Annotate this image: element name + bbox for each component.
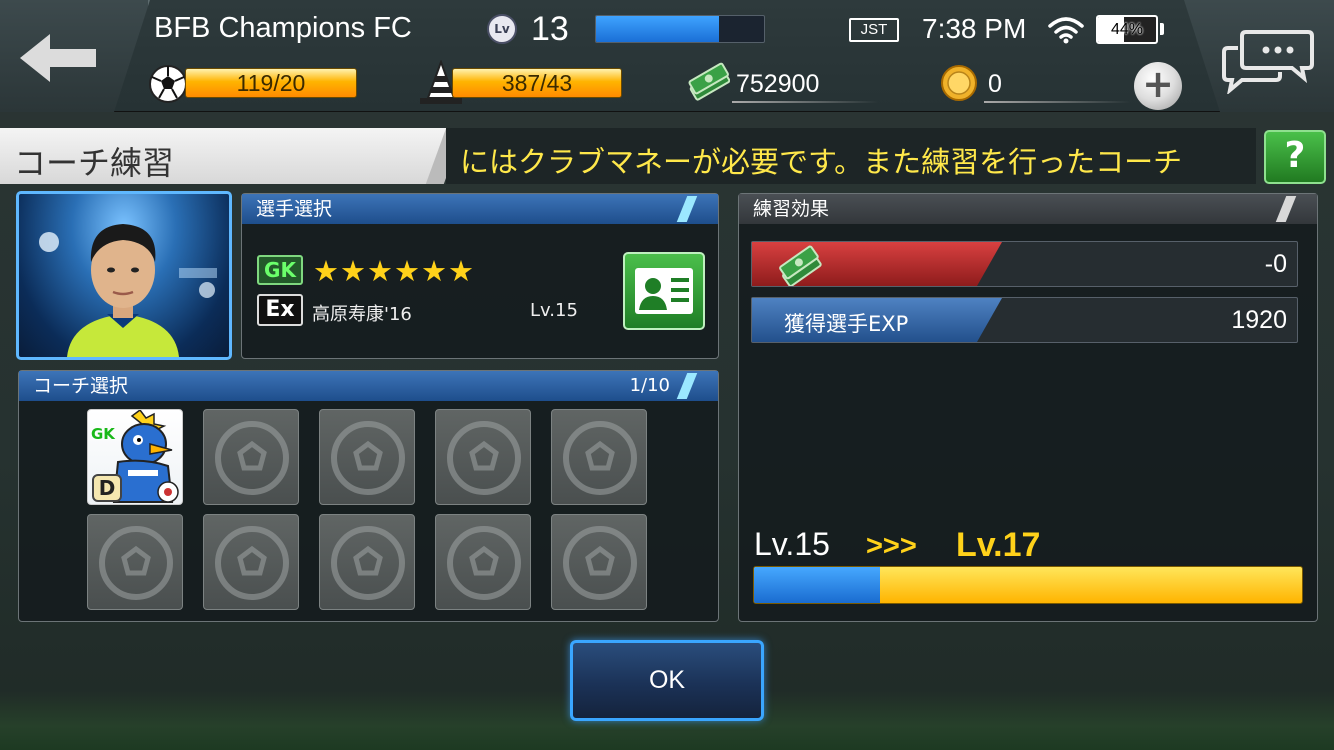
clock: 7:38 PM	[922, 13, 1027, 44]
empty-slot-ball-icon	[447, 526, 521, 600]
wifi-icon	[1048, 17, 1084, 44]
back-arrow-icon	[20, 34, 96, 82]
page-title-strip: コーチ練習	[0, 128, 462, 184]
soccer-ball-icon	[149, 65, 187, 103]
player-position-badge: GK	[257, 255, 303, 285]
coach-slot-empty[interactable]	[551, 514, 647, 610]
chat-icon	[1222, 30, 1314, 94]
level-before: Lv.15	[754, 526, 830, 562]
coach-slot-empty[interactable]	[435, 514, 531, 610]
exp-progress-current	[754, 567, 881, 603]
team-name: BFB Champions FC	[154, 12, 412, 44]
coach-select-title: コーチ選択	[33, 375, 129, 397]
level-after: Lv.17	[956, 526, 1041, 564]
add-coins-button[interactable]: +	[1134, 62, 1182, 110]
money-cost-value: -0	[1264, 250, 1287, 278]
coach-rank-badge: D	[92, 474, 122, 502]
header-stripe	[676, 196, 698, 222]
exp-progress-bar	[753, 566, 1303, 604]
empty-slot-ball-icon	[215, 526, 289, 600]
player-card-button[interactable]	[623, 252, 705, 330]
empty-slot-ball-icon	[331, 421, 405, 495]
club-level-progress-bar	[595, 15, 765, 43]
info-ticker: にはクラブマネーが必要です。また練習を行ったコーチ	[446, 128, 1256, 184]
coins-underline	[984, 101, 1130, 103]
player-select-title: 選手選択	[256, 198, 333, 220]
chat-button[interactable]	[1184, 0, 1334, 112]
player-portrait[interactable]	[16, 191, 232, 360]
player-level: Lv.15	[530, 300, 578, 321]
empty-slot-ball-icon	[331, 526, 405, 600]
coach-select-header: コーチ選択 1/10	[19, 371, 718, 401]
empty-slot-ball-icon	[447, 421, 521, 495]
player-name: 高原寿康'16	[312, 304, 412, 325]
empty-slot-ball-icon	[99, 526, 173, 600]
money-underline	[732, 101, 878, 103]
cones-resource-bar: 387/43	[452, 68, 622, 98]
ok-button[interactable]: OK	[570, 640, 764, 721]
club-level-progress-fill	[596, 16, 719, 42]
top-status-bar: BFB Champions FC Lv 13 JST 7:38 PM 44% 1…	[0, 0, 1334, 112]
exp-gain-label-bg: 獲得選手EXP	[752, 298, 1002, 342]
coach-slot-selected[interactable]: GK D	[87, 409, 183, 505]
empty-slot-ball-icon	[563, 421, 637, 495]
player-avatar-image	[39, 224, 217, 357]
money-cost-icon	[779, 245, 822, 286]
money-cost-label	[752, 242, 1002, 286]
player-profile-icon	[635, 268, 693, 314]
battery-icon: 44%	[1096, 15, 1158, 44]
training-effect-title: 練習効果	[753, 198, 830, 220]
training-effect-header: 練習効果	[739, 194, 1317, 224]
coach-slot-empty[interactable]	[319, 409, 415, 505]
timezone-badge: JST	[849, 18, 899, 42]
empty-slot-ball-icon	[215, 421, 289, 495]
coach-slot-empty[interactable]	[435, 409, 531, 505]
money-icon	[688, 62, 730, 101]
coach-slot-empty[interactable]	[319, 514, 415, 610]
gold-coin-icon	[941, 65, 977, 101]
player-rarity-badge: Ex	[257, 294, 303, 326]
coins-count: 0	[988, 70, 1002, 98]
back-button[interactable]	[0, 0, 150, 112]
coach-count: 1/10	[629, 375, 670, 396]
coach-slot-empty[interactable]	[203, 409, 299, 505]
exp-gain-value: 1920	[1231, 306, 1287, 334]
coach-slot-empty[interactable]	[551, 409, 647, 505]
battery-percent: 44%	[1110, 21, 1144, 38]
page-title: コーチ練習	[14, 144, 175, 182]
money-cost-row: -0	[751, 241, 1298, 287]
coach-slot-empty[interactable]	[87, 514, 183, 610]
balls-resource-bar: 119/20	[185, 68, 357, 98]
ticker-text: にはクラブマネーが必要です。また練習を行ったコーチ	[460, 145, 1183, 179]
club-money: 752900	[736, 70, 820, 98]
empty-slot-ball-icon	[563, 526, 637, 600]
level-arrow: >>>	[866, 530, 917, 562]
coach-slot-empty[interactable]	[203, 514, 299, 610]
exp-gain-row: 獲得選手EXP 1920	[751, 297, 1298, 343]
coach-position-label: GK	[91, 425, 115, 443]
club-level: 13	[531, 10, 569, 48]
header-stripe	[1275, 196, 1297, 222]
player-star-rating: ★★★★★★	[313, 254, 475, 288]
header-stripe	[676, 373, 698, 399]
exp-gain-label: 獲得選手EXP	[784, 312, 909, 336]
help-button[interactable]: ?	[1264, 130, 1326, 184]
player-select-header: 選手選択	[242, 194, 718, 224]
level-badge-icon: Lv	[487, 14, 517, 44]
battery-nub	[1160, 23, 1164, 35]
